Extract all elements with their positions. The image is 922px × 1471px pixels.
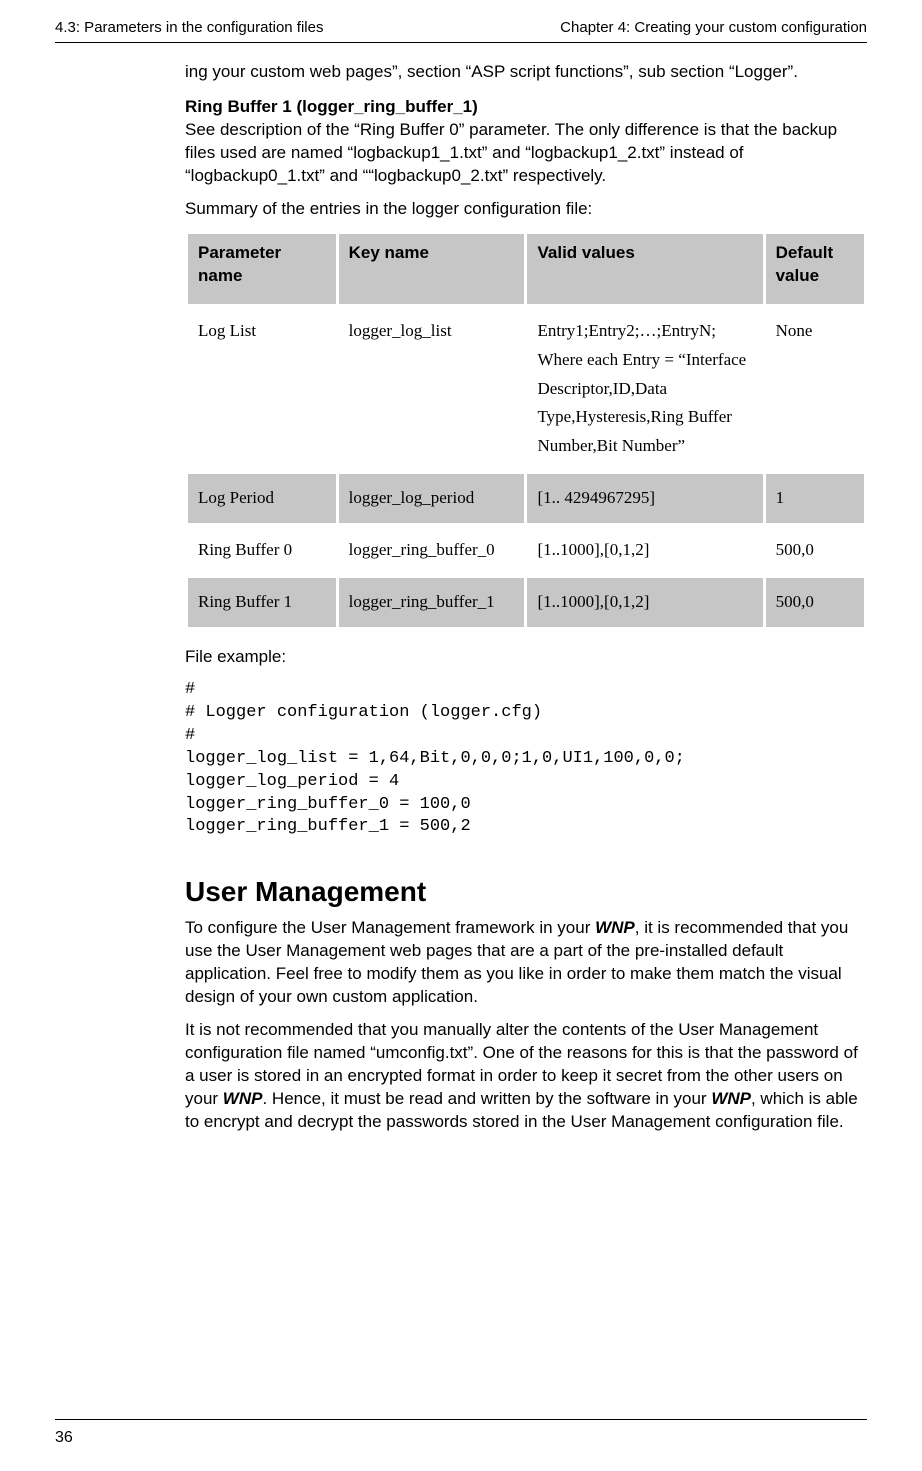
wnp-term: WNP — [711, 1089, 751, 1108]
table-row: Log Period logger_log_period [1.. 429496… — [188, 474, 864, 523]
table-row: Ring Buffer 1 logger_ring_buffer_1 [1..1… — [188, 578, 864, 627]
cell-param: Ring Buffer 0 — [188, 526, 336, 575]
header-rule — [55, 42, 867, 43]
table-header-row: Parameter name Key name Valid values Def… — [188, 234, 864, 304]
cell-key: logger_ring_buffer_0 — [339, 526, 525, 575]
th-default-value: Default value — [766, 234, 864, 304]
file-example-label: File example: — [185, 646, 867, 669]
text: To configure the User Management framewo… — [185, 918, 595, 937]
cell-def: 500,0 — [766, 526, 864, 575]
cell-valid: Entry1;Entry2;…;EntryN; Where each Entry… — [527, 307, 762, 471]
summary-line: Summary of the entries in the logger con… — [185, 198, 867, 221]
text: . Hence, it must be read and written by … — [262, 1089, 711, 1108]
parameters-table: Parameter name Key name Valid values Def… — [185, 231, 867, 630]
header-left: 4.3: Parameters in the configuration fil… — [55, 18, 323, 38]
cell-key: logger_ring_buffer_1 — [339, 578, 525, 627]
page-footer: 36 — [55, 1419, 867, 1449]
wnp-term: WNP — [595, 918, 635, 937]
cell-key: logger_log_list — [339, 307, 525, 471]
wnp-term: WNP — [223, 1089, 263, 1108]
cell-valid: [1..1000],[0,1,2] — [527, 578, 762, 627]
cell-valid: [1..1000],[0,1,2] — [527, 526, 762, 575]
page-header: 4.3: Parameters in the configuration fil… — [55, 18, 867, 38]
cell-def: 500,0 — [766, 578, 864, 627]
th-key-name: Key name — [339, 234, 525, 304]
footer-rule — [55, 1419, 867, 1420]
cell-def: 1 — [766, 474, 864, 523]
th-parameter-name: Parameter name — [188, 234, 336, 304]
user-management-p2: It is not recommended that you manually … — [185, 1019, 867, 1134]
main-content: ing your custom web pages”, section “ASP… — [185, 61, 867, 1133]
ring-buffer-1-heading: Ring Buffer 1 (logger_ring_buffer_1) — [185, 96, 867, 119]
cell-param: Log List — [188, 307, 336, 471]
page-number: 36 — [55, 1429, 73, 1446]
user-management-p1: To configure the User Management framewo… — [185, 917, 867, 1009]
th-valid-values: Valid values — [527, 234, 762, 304]
cell-key: logger_log_period — [339, 474, 525, 523]
cell-param: Ring Buffer 1 — [188, 578, 336, 627]
cell-def: None — [766, 307, 864, 471]
header-right: Chapter 4: Creating your custom configur… — [560, 18, 867, 38]
table-row: Ring Buffer 0 logger_ring_buffer_0 [1..1… — [188, 526, 864, 575]
code-block: # # Logger configuration (logger.cfg) # … — [185, 679, 867, 840]
cell-valid: [1.. 4294967295] — [527, 474, 762, 523]
user-management-heading: User Management — [185, 873, 867, 911]
table-row: Log List logger_log_list Entry1;Entry2;…… — [188, 307, 864, 471]
cell-param: Log Period — [188, 474, 336, 523]
continuation-paragraph: ing your custom web pages”, section “ASP… — [185, 61, 867, 84]
ring-buffer-1-body: See description of the “Ring Buffer 0” p… — [185, 119, 867, 188]
